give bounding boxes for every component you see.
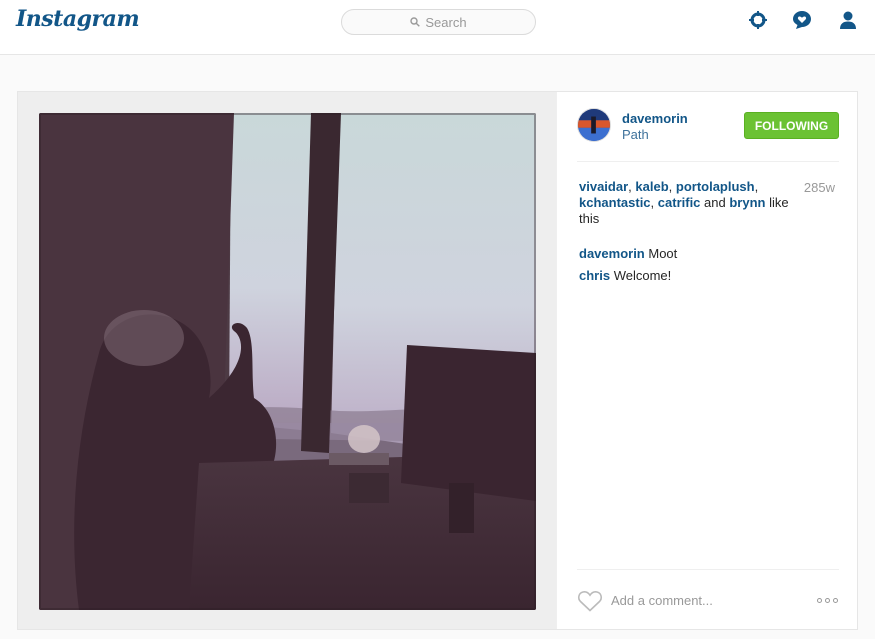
post-actions: Add a comment... <box>577 569 839 629</box>
comment-username[interactable]: davemorin <box>579 246 645 261</box>
instagram-logo[interactable]: Instagram <box>16 6 140 32</box>
search-placeholder: Search <box>425 14 467 30</box>
add-comment-input[interactable]: Add a comment... <box>611 593 713 608</box>
post-owner-header: davemorin Path FOLLOWING <box>577 108 839 162</box>
comment: chris Welcome! <box>579 268 839 284</box>
comment: davemorin Moot <box>579 246 839 262</box>
comment-list: davemorin Moot chris Welcome! <box>579 246 839 290</box>
avatar[interactable] <box>577 108 611 142</box>
photo-frame <box>18 92 556 629</box>
liker-link[interactable]: catrific <box>658 195 701 210</box>
more-options-icon[interactable] <box>817 598 839 604</box>
comment-text: Moot <box>648 246 678 261</box>
owner-username[interactable]: davemorin <box>622 111 688 126</box>
following-button[interactable]: FOLLOWING <box>744 112 839 139</box>
liker-link[interactable]: brynn <box>729 195 765 210</box>
liker-link[interactable]: kchantastic <box>579 195 651 210</box>
post-age[interactable]: 285w <box>804 180 835 195</box>
like-heart-icon[interactable] <box>577 590 603 612</box>
explore-icon[interactable] <box>748 10 768 30</box>
top-nav: Instagram Search <box>0 0 875 55</box>
profile-icon[interactable] <box>838 10 858 30</box>
search-input[interactable]: Search <box>341 9 536 35</box>
comment-username[interactable]: chris <box>579 268 610 283</box>
liker-link[interactable]: vivaidar <box>579 179 628 194</box>
liker-link[interactable]: kaleb <box>635 179 668 194</box>
search-icon <box>410 17 421 27</box>
comment-text: Welcome! <box>613 268 672 283</box>
likes-summary: vivaidar, kaleb, portolaplush, kchantast… <box>579 179 789 226</box>
liker-link[interactable]: portolaplush <box>676 179 755 194</box>
activity-icon[interactable] <box>792 10 812 30</box>
post-sidebar: davemorin Path FOLLOWING vivaidar, kaleb… <box>556 92 857 629</box>
post-photo[interactable] <box>39 113 536 610</box>
owner-location[interactable]: Path <box>622 127 649 142</box>
post-card: davemorin Path FOLLOWING vivaidar, kaleb… <box>17 91 858 630</box>
